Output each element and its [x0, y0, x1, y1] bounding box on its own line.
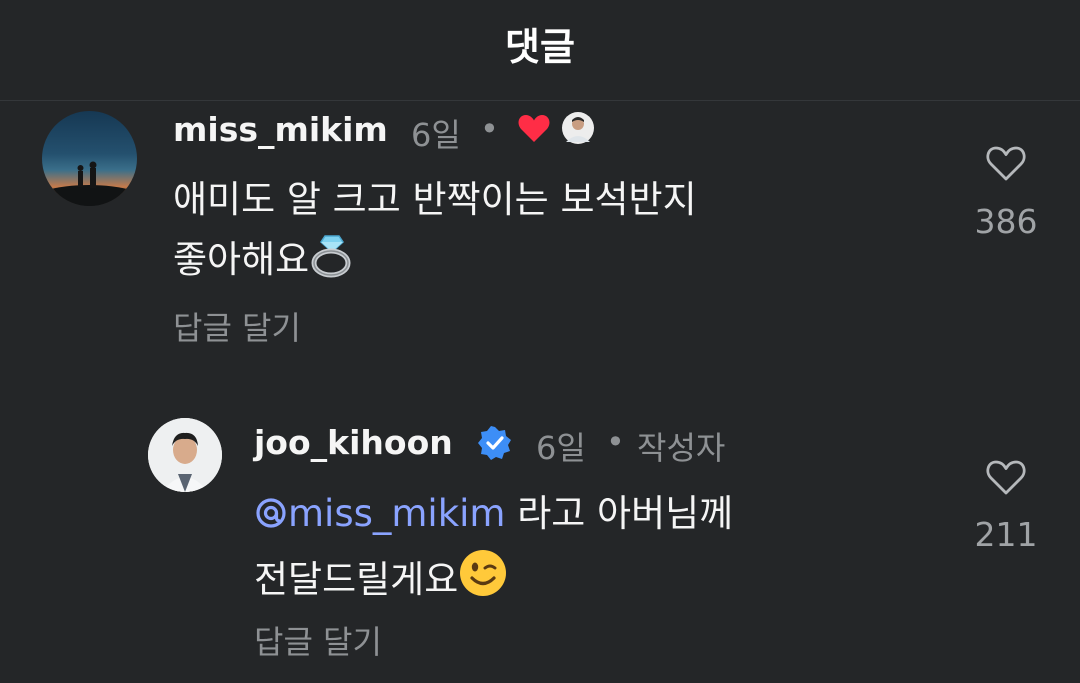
avatar[interactable]: [42, 111, 137, 206]
winking-face-emoji-icon: [458, 548, 508, 616]
avatar[interactable]: [148, 418, 222, 492]
meta-separator: •: [480, 110, 499, 148]
comment-age: 6일: [411, 116, 461, 154]
author-label: 작성자: [637, 429, 726, 467]
verified-badge-icon: [478, 426, 512, 464]
like-count: 386: [974, 202, 1038, 241]
meta-separator: •: [606, 423, 625, 461]
comment-age: 6일: [536, 429, 586, 467]
comment-username[interactable]: joo_kihoon: [254, 423, 453, 462]
heart-outline-icon[interactable]: [985, 144, 1027, 186]
comments-header: 댓글: [0, 0, 1080, 101]
comment-username[interactable]: miss_mikim: [173, 110, 388, 149]
threads-mention-icon: [254, 488, 288, 548]
page-title: 댓글: [505, 25, 575, 69]
mention-link[interactable]: miss_mikim: [254, 492, 505, 535]
like-count: 211: [974, 515, 1038, 554]
author-avatar-icon: [561, 111, 595, 149]
reply-button[interactable]: 답글 달기: [173, 303, 301, 349]
heart-filled-icon: [517, 112, 551, 148]
reply-button[interactable]: 답글 달기: [254, 617, 382, 663]
heart-outline-icon[interactable]: [985, 458, 1027, 500]
comment-text: miss_mikim 라고 아버님께 전달드릴게요: [254, 484, 733, 616]
comment-text: 애미도 알 크고 반짝이는 보석반지 좋아해요: [173, 170, 697, 296]
ring-emoji-icon: [309, 232, 357, 296]
